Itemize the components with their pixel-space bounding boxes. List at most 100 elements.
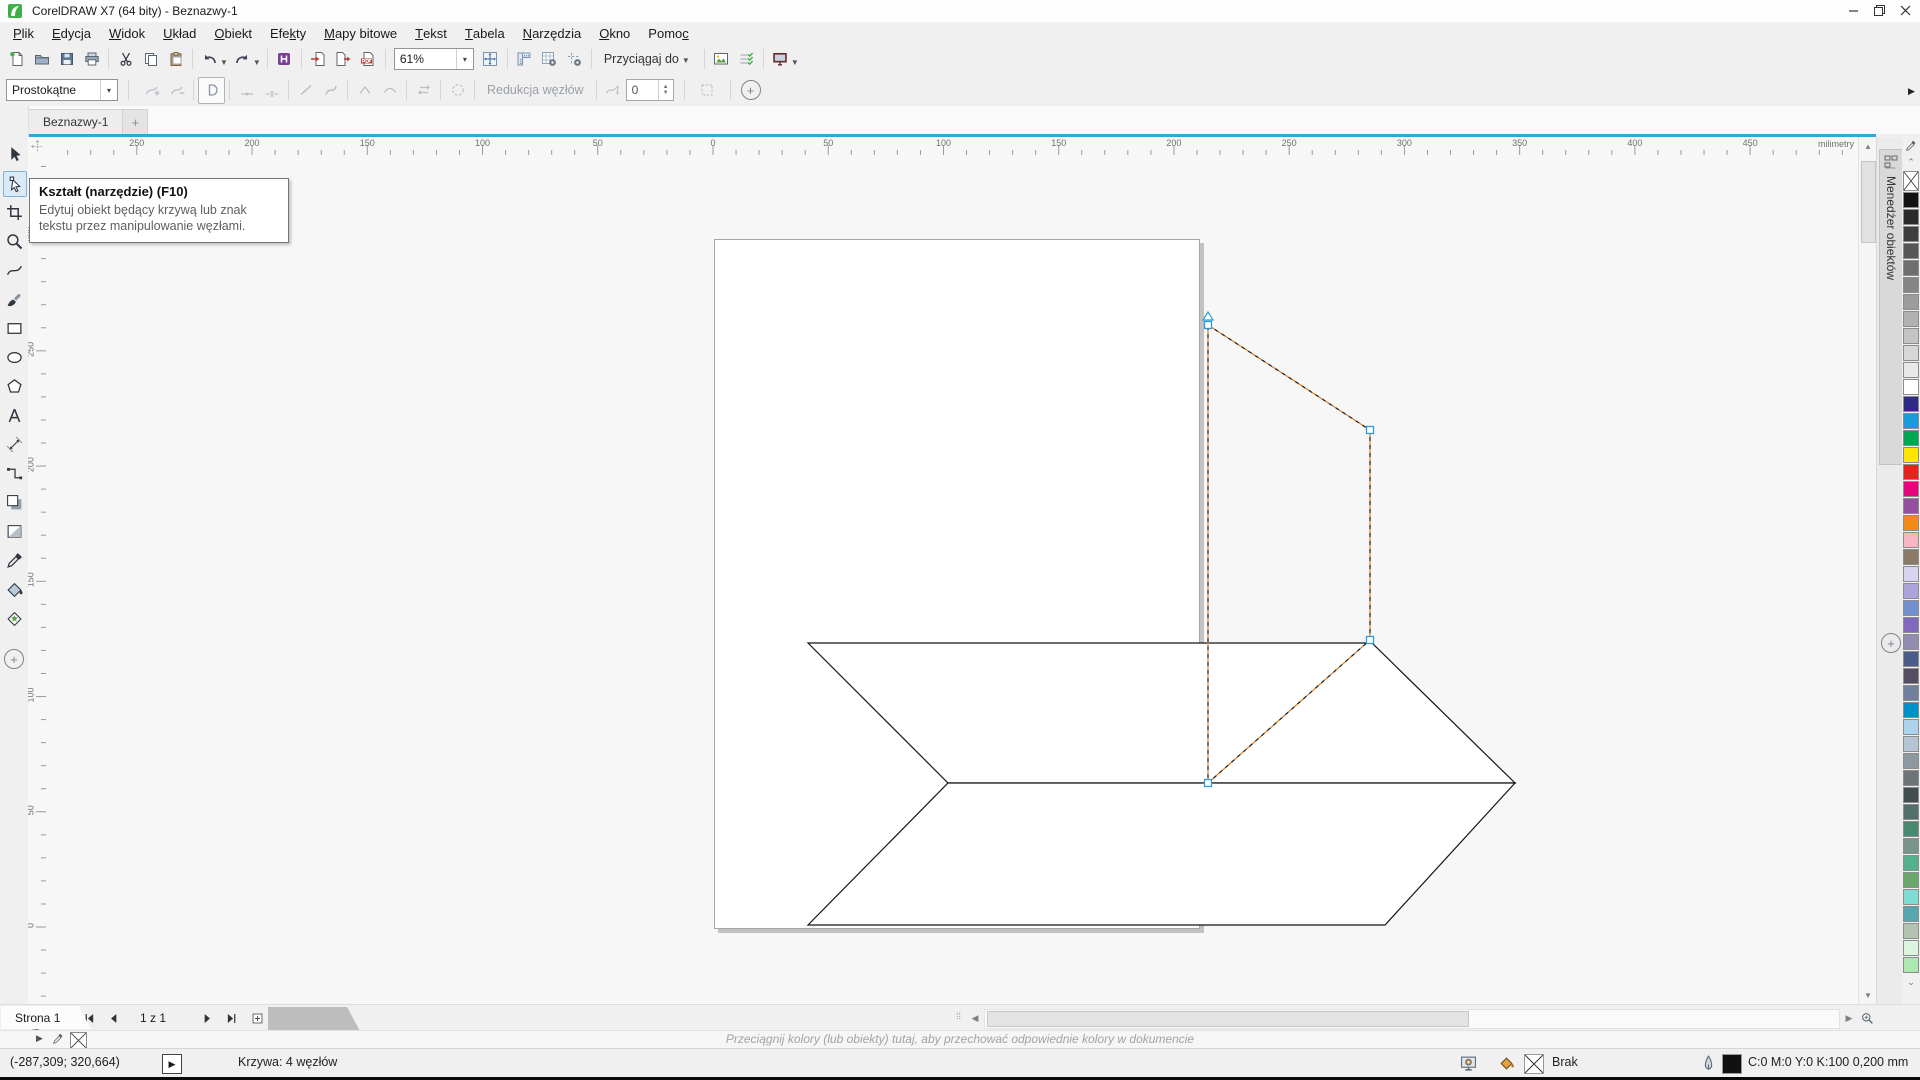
palette-eyedropper-icon[interactable] <box>1902 137 1920 154</box>
toolbar-overflow-icon[interactable]: ▶ <box>1908 86 1915 97</box>
palette-swatch-7[interactable] <box>1903 294 1919 310</box>
menu-narzędzia[interactable]: Narzędzia <box>514 22 591 44</box>
band-upper-parallelogram[interactable] <box>808 643 1515 783</box>
tool-artistic-media[interactable] <box>3 287 25 311</box>
band-lower-parallelogram[interactable] <box>808 783 1515 925</box>
palette-swatch-41[interactable] <box>1903 872 1919 888</box>
palette-swatch-39[interactable] <box>1903 838 1919 854</box>
palette-swatch-17[interactable] <box>1903 464 1919 480</box>
horizontal-scrollbar[interactable] <box>984 1009 1840 1029</box>
new-document-icon[interactable] <box>4 47 29 72</box>
palette-swatch-30[interactable] <box>1903 685 1919 701</box>
curve-node-2[interactable] <box>1367 427 1374 434</box>
paste-icon[interactable] <box>163 47 188 72</box>
palette-swatch-14[interactable] <box>1903 413 1919 429</box>
palette-swatch-13[interactable] <box>1903 396 1919 412</box>
horizontal-scroll-thumb[interactable] <box>987 1011 1469 1027</box>
scroll-left-icon[interactable]: ◀ <box>964 1007 986 1029</box>
tool-freehand[interactable] <box>3 258 25 282</box>
tool-text[interactable] <box>3 403 25 427</box>
palette-swatch-9[interactable] <box>1903 328 1919 344</box>
palette-swatch-32[interactable] <box>1903 719 1919 735</box>
copy-icon[interactable] <box>138 47 163 72</box>
menu-obiekt[interactable]: Obiekt <box>205 22 261 44</box>
print-icon[interactable] <box>79 47 104 72</box>
import-icon[interactable] <box>306 47 331 72</box>
palette-swatch-10[interactable] <box>1903 345 1919 361</box>
tool-pick[interactable] <box>3 142 25 166</box>
outline-color-swatch[interactable] <box>1722 1054 1742 1074</box>
palette-swatch-46[interactable] <box>1903 957 1919 973</box>
tool-drop-shadow[interactable] <box>3 490 25 514</box>
palette-swatch-29[interactable] <box>1903 668 1919 684</box>
palette-swatch-5[interactable] <box>1903 260 1919 276</box>
palette-scroll-up-icon[interactable]: ⌃ <box>1902 154 1920 171</box>
scrollbar-splitter-handle[interactable]: ⁞⁞ <box>956 1011 961 1021</box>
palette-swatch-20[interactable] <box>1903 515 1919 531</box>
tool-zoom[interactable] <box>3 229 25 253</box>
proof-colors-icon[interactable] <box>1458 1053 1478 1073</box>
palette-swatch-6[interactable] <box>1903 277 1919 293</box>
palette-swatch-40[interactable] <box>1903 855 1919 871</box>
open-folder-icon[interactable] <box>29 47 54 72</box>
curve-node-3[interactable] <box>1367 637 1374 644</box>
docker-tab-object-manager[interactable]: Menedżer obiektów <box>1879 149 1903 465</box>
menu-układ[interactable]: Układ <box>154 22 205 44</box>
palette-swatch-12[interactable] <box>1903 379 1919 395</box>
horizontal-ruler[interactable]: 2502001501005005010015020025030035040045… <box>46 137 1858 156</box>
cut-icon[interactable] <box>113 47 138 72</box>
add-page-button-2[interactable] <box>246 1007 268 1029</box>
palette-swatch-16[interactable] <box>1903 447 1919 463</box>
curve-smoothness-spinner[interactable]: 0 ▲▼ <box>626 79 674 101</box>
palette-swatch-27[interactable] <box>1903 634 1919 650</box>
zoom-level-combobox[interactable]: 61% ▾ <box>394 48 474 70</box>
welcome-screen-icon[interactable] <box>709 47 734 72</box>
document-tab[interactable]: Beznazwy-1 <box>28 109 123 134</box>
chevron-down-icon[interactable]: ▼ <box>253 58 261 67</box>
vector-drawing[interactable] <box>46 155 1858 1004</box>
tool-parallel-dimension[interactable] <box>3 432 25 456</box>
outline-pen-icon[interactable] <box>1698 1053 1718 1073</box>
tool-ellipse[interactable] <box>3 345 25 369</box>
tool-transparency[interactable] <box>3 519 25 543</box>
palette-swatch-45[interactable] <box>1903 940 1919 956</box>
chevron-down-icon[interactable]: ▼ <box>791 58 799 67</box>
palette-swatch-26[interactable] <box>1903 617 1919 633</box>
ruler-origin-icon[interactable] <box>28 137 47 156</box>
rulers-icon[interactable] <box>512 47 537 72</box>
palette-swatch-21[interactable] <box>1903 532 1919 548</box>
drawing-canvas[interactable] <box>46 155 1858 1004</box>
palette-swatch-31[interactable] <box>1903 702 1919 718</box>
tool-interactive-fill[interactable] <box>3 577 25 601</box>
scroll-up-icon[interactable]: ▲ <box>1859 137 1877 155</box>
maximize-button[interactable] <box>1866 0 1892 21</box>
palette-swatch-43[interactable] <box>1903 906 1919 922</box>
spinner-arrows-icon[interactable]: ▲▼ <box>658 80 673 100</box>
palette-swatch-38[interactable] <box>1903 821 1919 837</box>
quick-zoom-icon[interactable] <box>1856 1007 1878 1029</box>
fit-zoom-icon[interactable] <box>478 47 503 72</box>
palette-swatch-42[interactable] <box>1903 889 1919 905</box>
no-color-swatch[interactable] <box>1903 171 1919 191</box>
page-tab-strona-1[interactable]: Strona 1 <box>1 1006 91 1029</box>
last-page-button[interactable] <box>220 1007 242 1029</box>
vertical-ruler[interactable]: 050100150200250300 <box>28 155 47 1004</box>
docker-plus-button[interactable]: + <box>1881 633 1901 653</box>
redo-icon[interactable] <box>230 47 255 72</box>
tool-smart-fill[interactable] <box>3 606 25 630</box>
new-document-tab-button[interactable]: + <box>123 109 148 134</box>
menu-plik[interactable]: Plik <box>4 22 43 44</box>
menu-tekst[interactable]: Tekst <box>406 22 456 44</box>
minimize-button[interactable] <box>1840 0 1866 21</box>
palette-scroll-down-icon[interactable]: ⌄ <box>1902 974 1920 991</box>
palette-swatch-37[interactable] <box>1903 804 1919 820</box>
palette-swatch-11[interactable] <box>1903 362 1919 378</box>
tool-polygon[interactable] <box>3 374 25 398</box>
menu-efekty[interactable]: Efekty <box>261 22 315 44</box>
vertical-scrollbar[interactable]: ▲ ▼ <box>1858 137 1877 1004</box>
toolbox-plus-button[interactable]: + <box>4 649 24 669</box>
vertical-scroll-thumb[interactable] <box>1861 161 1876 243</box>
palette-swatch-44[interactable] <box>1903 923 1919 939</box>
tool-shape[interactable] <box>3 171 27 197</box>
palette-swatch-18[interactable] <box>1903 481 1919 497</box>
